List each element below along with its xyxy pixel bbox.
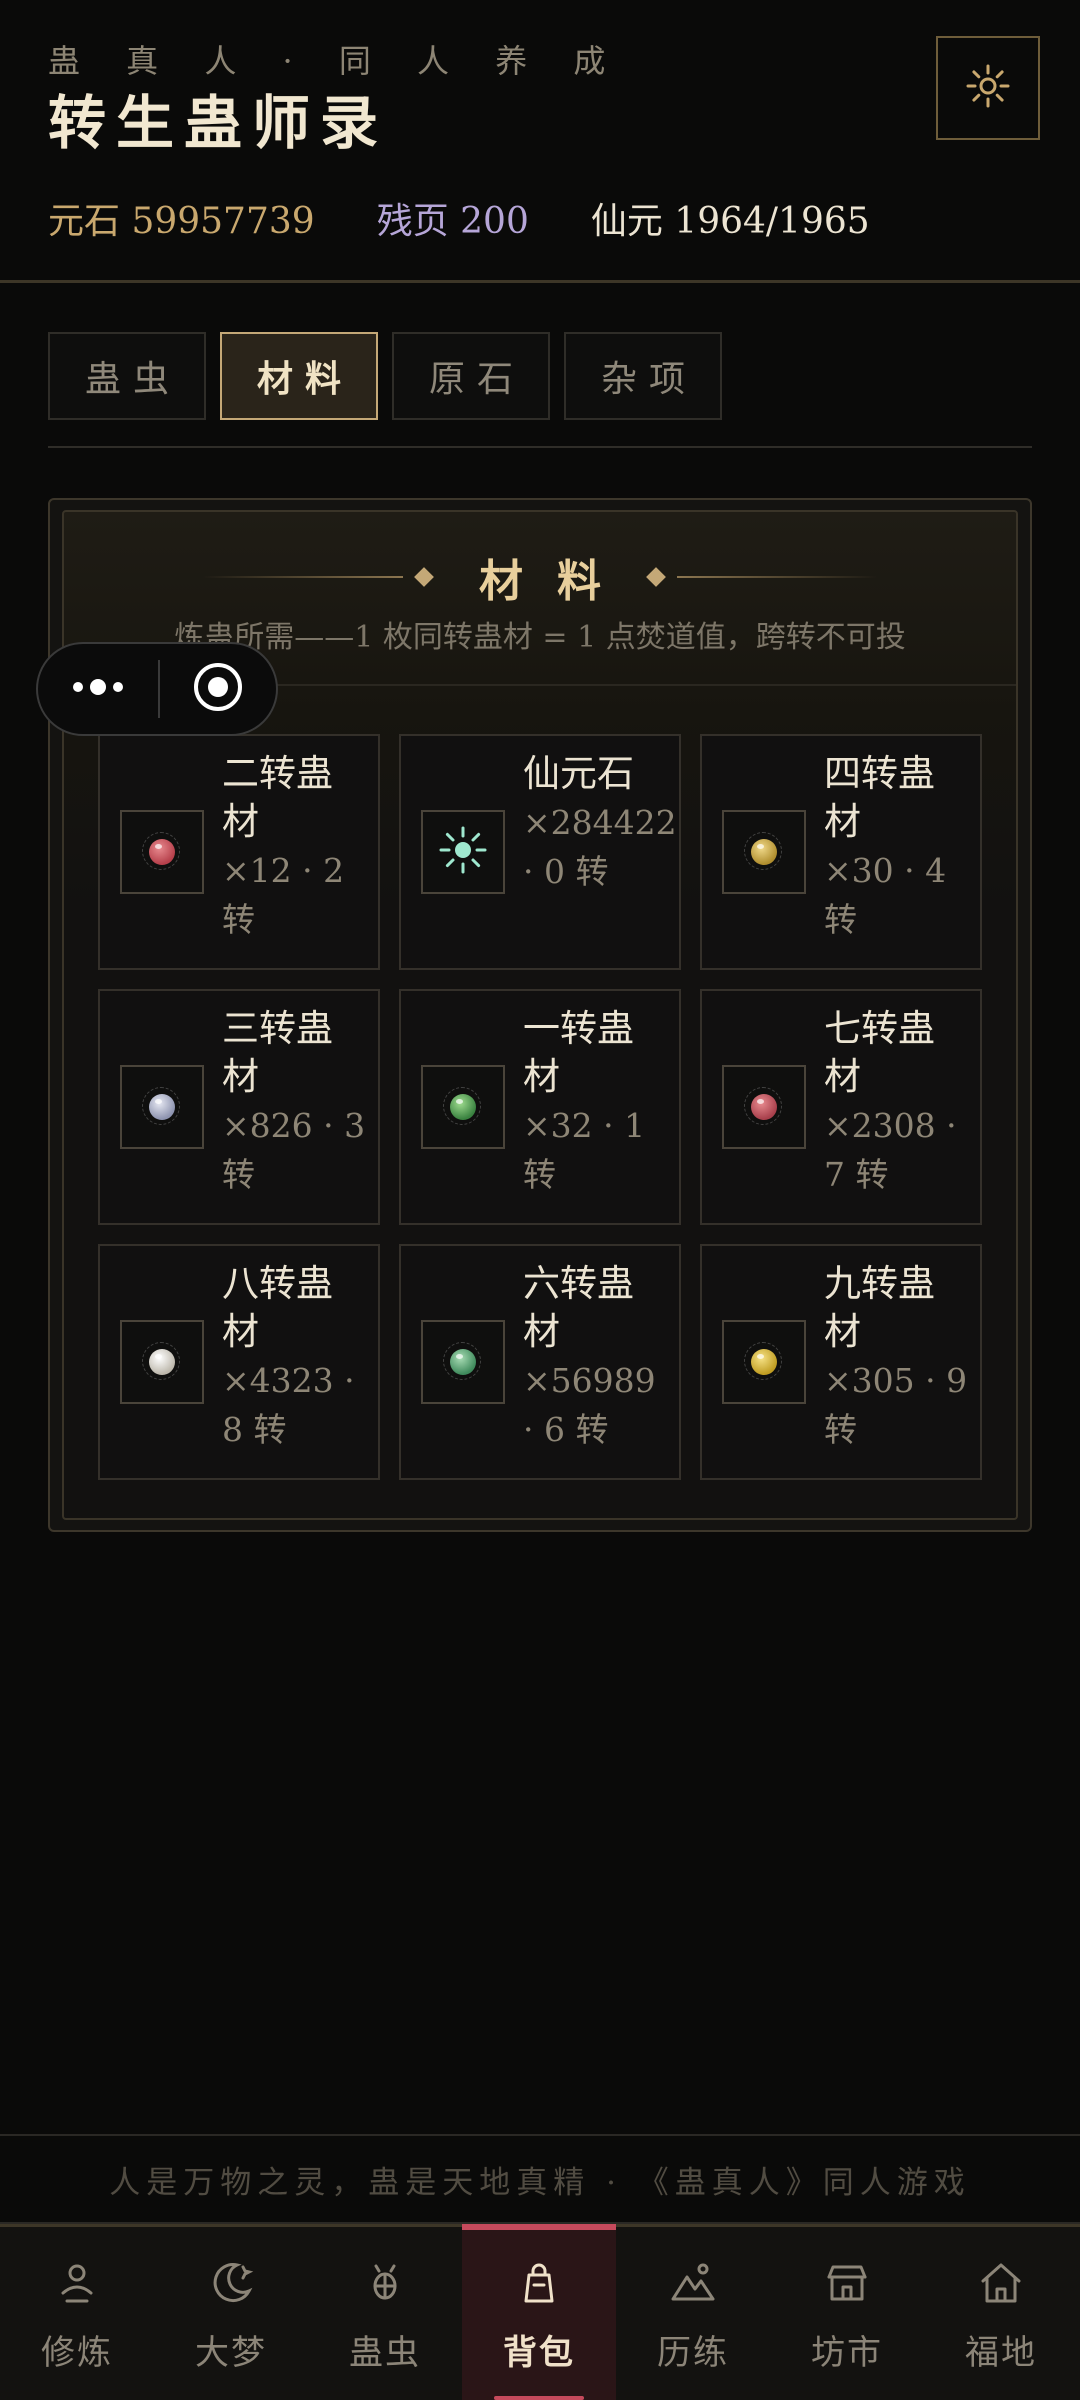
app-title: 转生蛊师录 (48, 89, 389, 157)
nav-training[interactable]: 历练 (616, 2227, 770, 2400)
nav-cultivate[interactable]: 修炼 (0, 2227, 154, 2400)
nav-label: 坊市 (811, 2333, 883, 2373)
item-icon-box (120, 1320, 204, 1404)
item-name: 六转蛊材 (523, 1262, 634, 1353)
item-icon-box (722, 1320, 806, 1404)
nav-label: 历练 (657, 2333, 729, 2373)
red-orb-icon (744, 1087, 782, 1125)
header-divider (0, 280, 1080, 283)
item-name: 八转蛊材 (222, 1262, 333, 1353)
nav-market[interactable]: 坊市 (770, 2227, 924, 2400)
nav-label: 大梦 (195, 2333, 267, 2373)
item-icon-box (722, 1065, 806, 1149)
item-icon-box (421, 810, 505, 894)
nav-label: 修炼 (41, 2333, 113, 2373)
nav-blessed-land[interactable]: 福地 (924, 2227, 1078, 2400)
item-icon-box (120, 810, 204, 894)
panel-title-row: 材料 (64, 542, 1016, 612)
item-quantity: ×4323 · 8 转 (222, 1361, 355, 1449)
tab-materials[interactable]: 材料 (220, 332, 378, 420)
item-name: 七转蛊材 (824, 1007, 935, 1098)
item-quantity: ×56989 · 6 转 (523, 1361, 656, 1449)
title-deco-line-left (203, 576, 403, 578)
material-item[interactable]: 四转蛊材 ×30 · 4 转 (700, 734, 982, 970)
close-mini-program-button[interactable] (160, 644, 276, 734)
person-icon (53, 2259, 101, 2311)
footer-quote: 人是万物之灵，蛊是天地真精 · 《蛊真人》同人游戏 (0, 2134, 1080, 2224)
diamond-icon (646, 567, 666, 587)
material-item[interactable]: 一转蛊材 ×32 · 1 转 (399, 989, 681, 1225)
item-quantity: ×2308 · 7 转 (824, 1106, 957, 1194)
item-quantity: ×32 · 1 转 (523, 1106, 646, 1194)
item-quantity: ×12 · 2 转 (222, 851, 345, 939)
moon-icon (207, 2259, 255, 2311)
item-name: 仙元石 (523, 752, 634, 795)
settings-button[interactable] (936, 36, 1040, 140)
category-tabs: 蛊虫 材料 原石 杂项 (48, 332, 722, 420)
more-dots-icon (70, 677, 126, 701)
yuanshi-stat: 元石 59957739 (48, 201, 315, 242)
mini-program-capsule (36, 642, 278, 736)
title-deco-line-right (677, 576, 877, 578)
silver-orb-icon (142, 1087, 180, 1125)
nav-bag[interactable]: 背包 (462, 2224, 616, 2400)
red-orb-icon (142, 832, 180, 870)
tab-misc[interactable]: 杂项 (564, 332, 722, 420)
tabs-divider (48, 446, 1032, 448)
tab-gu-insects[interactable]: 蛊虫 (48, 332, 206, 420)
item-icon-box (722, 810, 806, 894)
home-icon (977, 2259, 1025, 2311)
material-item[interactable]: 七转蛊材 ×2308 · 7 转 (700, 989, 982, 1225)
bag-icon (515, 2259, 563, 2311)
item-icon-box (120, 1065, 204, 1149)
header: 蛊 真 人 · 同 人 养 成 转生蛊师录 元石 59957739 残页 200… (0, 0, 1080, 284)
item-name: 三转蛊材 (222, 1007, 333, 1098)
material-item[interactable]: 九转蛊材 ×305 · 9 转 (700, 1244, 982, 1480)
item-quantity: ×826 · 3 转 (222, 1106, 366, 1194)
material-item[interactable]: 三转蛊材 ×826 · 3 转 (98, 989, 380, 1225)
nav-gu-insects[interactable]: 蛊虫 (308, 2227, 462, 2400)
item-quantity: ×30 · 4 转 (824, 851, 947, 939)
bottom-nav: 修炼 大梦 蛊虫 背包 历练 坊市 福地 (0, 2224, 1080, 2400)
spark-icon (437, 824, 489, 880)
item-name: 九转蛊材 (824, 1262, 935, 1353)
bug-icon (361, 2259, 409, 2311)
nav-label: 蛊虫 (349, 2333, 421, 2373)
panel-title: 材料 (479, 556, 635, 607)
gold-orb-icon (744, 832, 782, 870)
currency-stats: 元石 59957739 残页 200 仙元 1964/1965 (48, 192, 870, 244)
green-orb-icon (443, 1087, 481, 1125)
xianyuan-stat: 仙元 1964/1965 (590, 201, 870, 242)
item-name: 四转蛊材 (824, 752, 935, 843)
white-orb-icon (142, 1342, 180, 1380)
diamond-icon (414, 567, 434, 587)
material-item[interactable]: 仙元石 ×284422 · 0 转 (399, 734, 681, 970)
green-orb-icon (443, 1342, 481, 1380)
materials-grid: 二转蛊材 ×12 · 2 转 仙元石 ×284422 · 0 转 四转蛊材 ×30 ·… (98, 734, 982, 1480)
material-item[interactable]: 八转蛊材 ×4323 · 8 转 (98, 1244, 380, 1480)
canye-stat: 残页 200 (376, 201, 529, 242)
material-item[interactable]: 六转蛊材 ×56989 · 6 转 (399, 1244, 681, 1480)
mountain-icon (669, 2259, 717, 2311)
shop-icon (823, 2259, 871, 2311)
item-name: 二转蛊材 (222, 752, 333, 843)
material-item[interactable]: 二转蛊材 ×12 · 2 转 (98, 734, 380, 970)
nav-label: 背包 (503, 2333, 575, 2373)
gold-orb-icon (744, 1342, 782, 1380)
nav-dream[interactable]: 大梦 (154, 2227, 308, 2400)
nav-label: 福地 (965, 2333, 1037, 2373)
tab-raw-stones[interactable]: 原石 (392, 332, 550, 420)
target-circle-icon (192, 661, 244, 717)
more-button[interactable] (38, 644, 158, 734)
item-icon-box (421, 1320, 505, 1404)
item-icon-box (421, 1065, 505, 1149)
item-quantity: ×305 · 9 转 (824, 1361, 968, 1449)
sun-gear-icon (964, 62, 1012, 114)
item-name: 一转蛊材 (523, 1007, 634, 1098)
item-quantity: ×284422 · 0 转 (523, 803, 677, 891)
